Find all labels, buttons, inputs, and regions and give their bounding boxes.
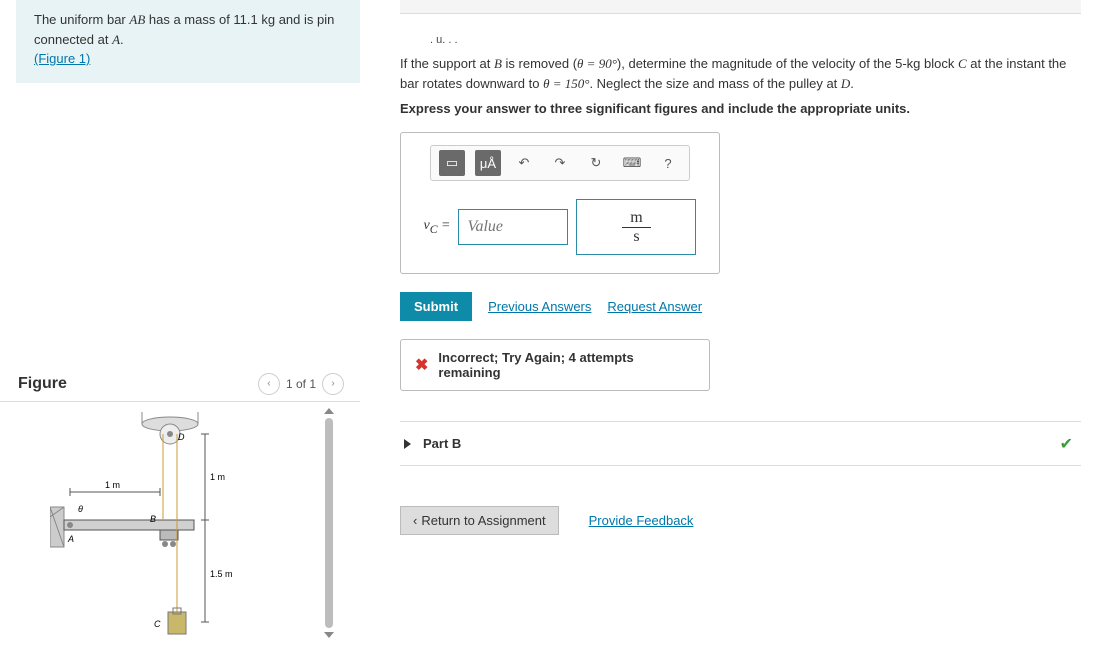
svg-text:A: A <box>67 534 74 544</box>
svg-text:1 m: 1 m <box>105 480 120 490</box>
expand-icon <box>404 439 411 449</box>
previous-answers-link[interactable]: Previous Answers <box>488 299 591 314</box>
symbols-button[interactable]: μÅ <box>475 150 501 176</box>
svg-text:θ: θ <box>78 504 83 514</box>
figure-link[interactable]: (Figure 1) <box>34 51 90 66</box>
pager-prev-button[interactable]: ‹ <box>258 373 280 395</box>
return-button[interactable]: ‹ Return to Assignment <box>400 506 559 535</box>
scroll-down-icon[interactable] <box>324 632 334 638</box>
pager-text: 1 of 1 <box>286 377 316 391</box>
var-ab: AB <box>129 12 145 27</box>
figure-pager: ‹ 1 of 1 › <box>258 373 344 395</box>
svg-text:C: C <box>154 619 161 629</box>
scroll-up-icon[interactable] <box>324 408 334 414</box>
answer-toolbar: ▭ μÅ ↶ ↷ ↻ ⌨ ? <box>430 145 690 181</box>
instruction-text: Express your answer to three significant… <box>400 101 1081 116</box>
help-button[interactable]: ? <box>655 150 681 176</box>
templates-button[interactable]: ▭ <box>439 150 465 176</box>
request-answer-link[interactable]: Request Answer <box>607 299 702 314</box>
keyboard-button[interactable]: ⌨ <box>619 150 645 176</box>
undo-button[interactable]: ↶ <box>511 150 537 176</box>
top-strip <box>400 0 1081 14</box>
figure-diagram: A θ B D C <box>50 412 270 642</box>
question-text: If the support at B is removed (θ = 90°)… <box>400 54 1081 93</box>
svg-text:1 m: 1 m <box>210 472 225 482</box>
scroll-thumb[interactable] <box>325 418 333 628</box>
svg-text:D: D <box>178 432 185 442</box>
check-icon: ✔ <box>1060 434 1073 454</box>
feedback-box: ✖ Incorrect; Try Again; 4 attempts remai… <box>400 339 710 391</box>
figure-scrollbar[interactable] <box>324 408 334 638</box>
submit-button[interactable]: Submit <box>400 292 472 321</box>
reset-button[interactable]: ↻ <box>583 150 609 176</box>
unit-box[interactable]: m s <box>576 199 696 255</box>
intro-text: The uniform bar <box>34 12 129 27</box>
value-input[interactable] <box>458 209 568 245</box>
figure-title: Figure <box>18 375 67 393</box>
answer-box: ▭ μÅ ↶ ↷ ↻ ⌨ ? vC = m s <box>400 132 720 274</box>
problem-intro: The uniform bar AB has a mass of 11.1 kg… <box>16 0 360 83</box>
unit-denominator: s <box>622 228 650 246</box>
figure-body: A θ B D C <box>0 402 360 645</box>
vc-label: vC = <box>424 218 451 236</box>
svg-text:B: B <box>150 514 156 524</box>
chevron-left-icon: ‹ <box>413 513 417 528</box>
feedback-text: Incorrect; Try Again; 4 attempts remaini… <box>438 350 695 380</box>
redo-button[interactable]: ↷ <box>547 150 573 176</box>
part-a-label: . u. . . <box>400 34 1081 46</box>
part-b-header[interactable]: Part B ✔ <box>400 421 1081 466</box>
provide-feedback-link[interactable]: Provide Feedback <box>589 513 694 528</box>
svg-text:1.5 m: 1.5 m <box>210 569 233 579</box>
pager-next-button[interactable]: › <box>322 373 344 395</box>
unit-numerator: m <box>622 209 650 228</box>
incorrect-icon: ✖ <box>415 355 428 375</box>
part-b-label: Part B <box>423 436 461 451</box>
